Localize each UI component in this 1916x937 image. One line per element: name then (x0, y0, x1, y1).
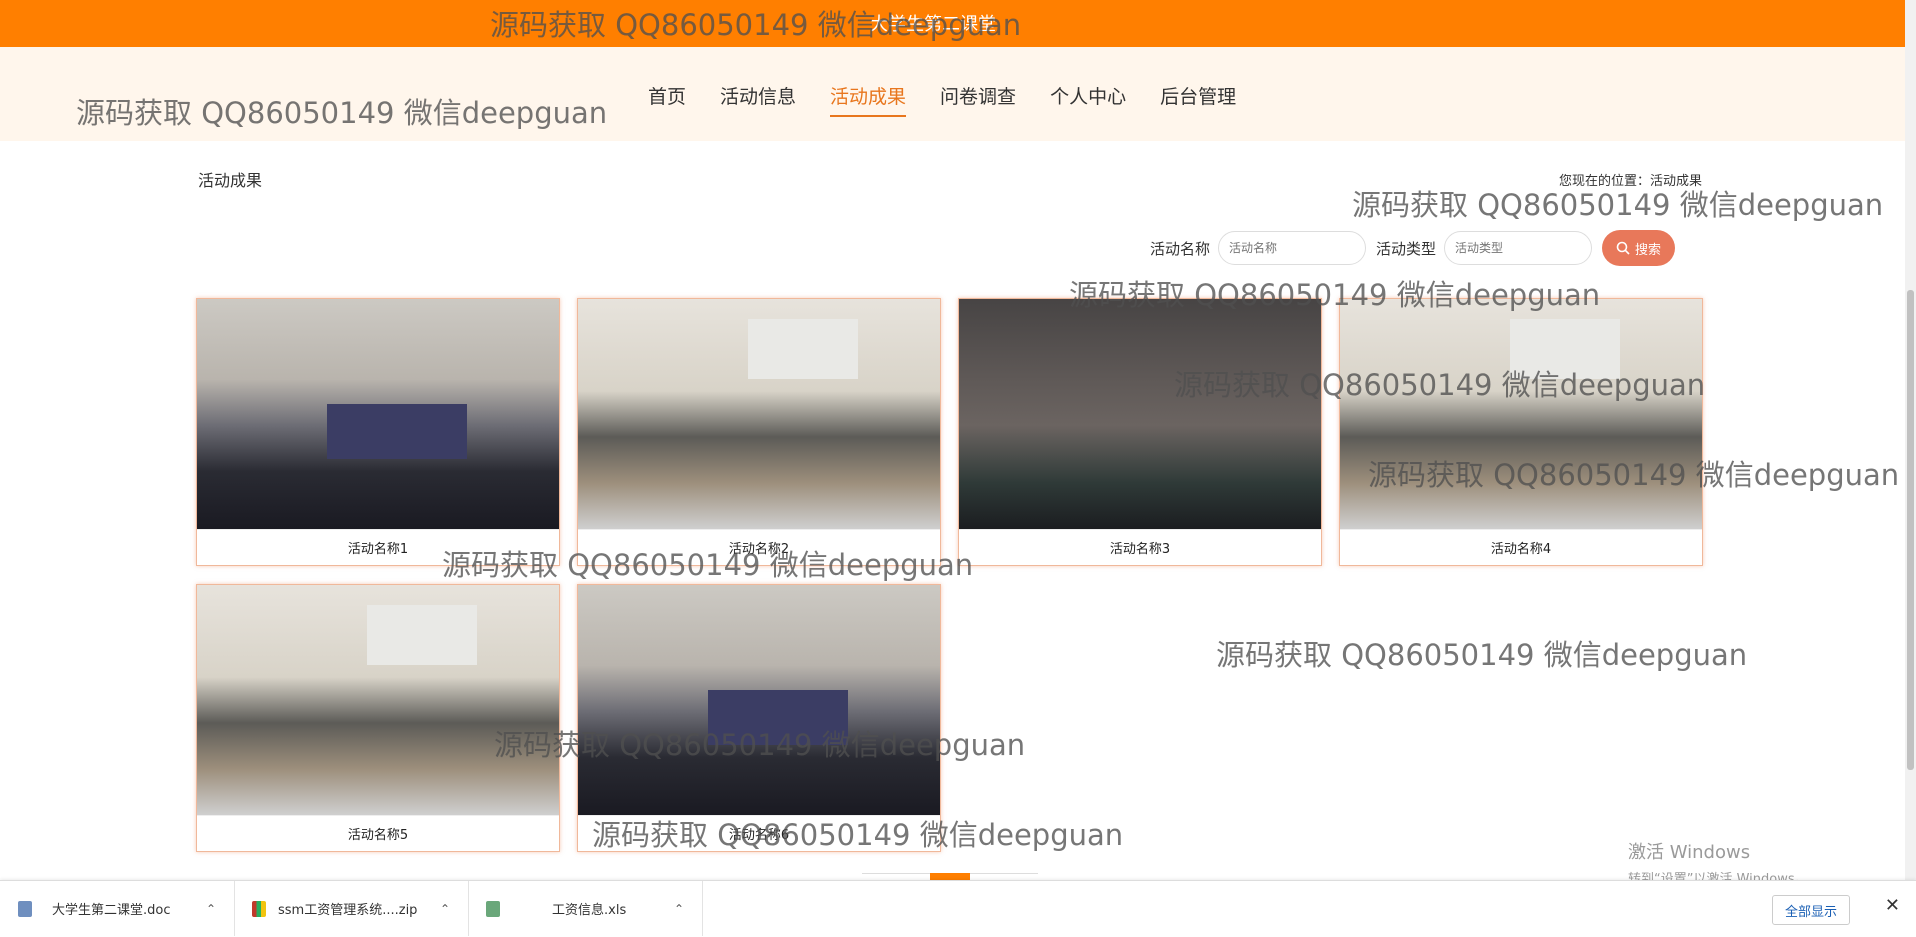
windows-activation-title: 激活 Windows (1628, 842, 1751, 863)
nav-item-personal-center[interactable]: 个人中心 (1050, 82, 1126, 117)
activity-photo (578, 585, 940, 816)
site-title: 大学生第二课堂 (870, 14, 996, 35)
downloads-bar: 大学生第二课堂.doc ⌃ ssm工资管理系统....zip ⌃ 工资信息.xl… (0, 880, 1916, 937)
result-card[interactable]: 活动名称2 (577, 298, 941, 566)
activity-photo (959, 299, 1321, 530)
download-filename: ssm工资管理系统....zip (278, 903, 418, 918)
search-icon (1616, 241, 1630, 255)
result-card[interactable]: 活动名称3 (958, 298, 1322, 566)
activity-type-input[interactable] (1444, 231, 1593, 265)
chevron-up-icon[interactable]: ⌃ (674, 902, 684, 916)
close-icon[interactable]: ✕ (1885, 895, 1900, 916)
excel-file-icon (486, 900, 500, 917)
download-filename: 工资信息.xls (552, 903, 627, 918)
page-title: 活动成果 (198, 171, 263, 190)
activity-photo (197, 299, 559, 530)
download-item[interactable]: 大学生第二课堂.doc ⌃ (0, 881, 235, 936)
search-button-label: 搜索 (1635, 241, 1662, 257)
download-filename: 大学生第二课堂.doc (52, 903, 171, 918)
search-bar: 活动名称 活动类型 搜索 (1150, 230, 1676, 266)
card-caption: 活动名称4 (1490, 542, 1552, 557)
main-nav: 首页 活动信息 活动成果 问卷调查 个人中心 后台管理 (648, 82, 1270, 117)
search-button[interactable]: 搜索 (1602, 230, 1676, 266)
activity-name-input[interactable] (1218, 231, 1367, 265)
breadcrumb: 您现在的位置：活动成果 (1558, 174, 1702, 189)
card-caption: 活动名称6 (728, 828, 790, 843)
download-item[interactable]: ssm工资管理系统....zip ⌃ (234, 881, 469, 936)
card-caption: 活动名称3 (1109, 542, 1171, 557)
zip-file-icon (252, 900, 266, 917)
activity-photo (578, 299, 940, 530)
result-card[interactable]: 活动名称6 (577, 584, 941, 852)
nav-item-survey[interactable]: 问卷调查 (940, 82, 1016, 117)
nav-item-home[interactable]: 首页 (648, 82, 686, 117)
nav-item-activity-results[interactable]: 活动成果 (830, 82, 907, 117)
scrollbar-thumb[interactable] (1907, 290, 1914, 770)
chevron-up-icon[interactable]: ⌃ (440, 902, 450, 916)
card-caption: 活动名称5 (347, 828, 409, 843)
card-caption: 活动名称2 (728, 542, 790, 557)
result-card[interactable]: 活动名称5 (196, 584, 560, 852)
result-card[interactable]: 活动名称4 (1339, 298, 1703, 566)
activity-type-label: 活动类型 (1376, 239, 1437, 258)
activity-photo (197, 585, 559, 816)
card-caption: 活动名称1 (347, 542, 409, 557)
top-header-bar: 大学生第二课堂 (0, 0, 1905, 47)
result-card[interactable]: 活动名称1 (196, 298, 560, 566)
word-file-icon (18, 900, 32, 917)
nav-item-activity-info[interactable]: 活动信息 (720, 82, 796, 117)
show-all-downloads-button[interactable]: 全部显示 (1771, 895, 1850, 925)
results-grid: 活动名称1 活动名称2 活动名称3 活动名称4 活动名称5 活动名称6 (196, 298, 1704, 852)
chevron-up-icon[interactable]: ⌃ (206, 902, 216, 916)
download-item[interactable]: 工资信息.xls ⌃ (468, 881, 703, 936)
page-scrollbar[interactable] (1905, 0, 1916, 880)
nav-item-admin[interactable]: 后台管理 (1160, 82, 1236, 117)
activity-name-label: 活动名称 (1150, 239, 1211, 258)
activity-photo (1340, 299, 1702, 530)
